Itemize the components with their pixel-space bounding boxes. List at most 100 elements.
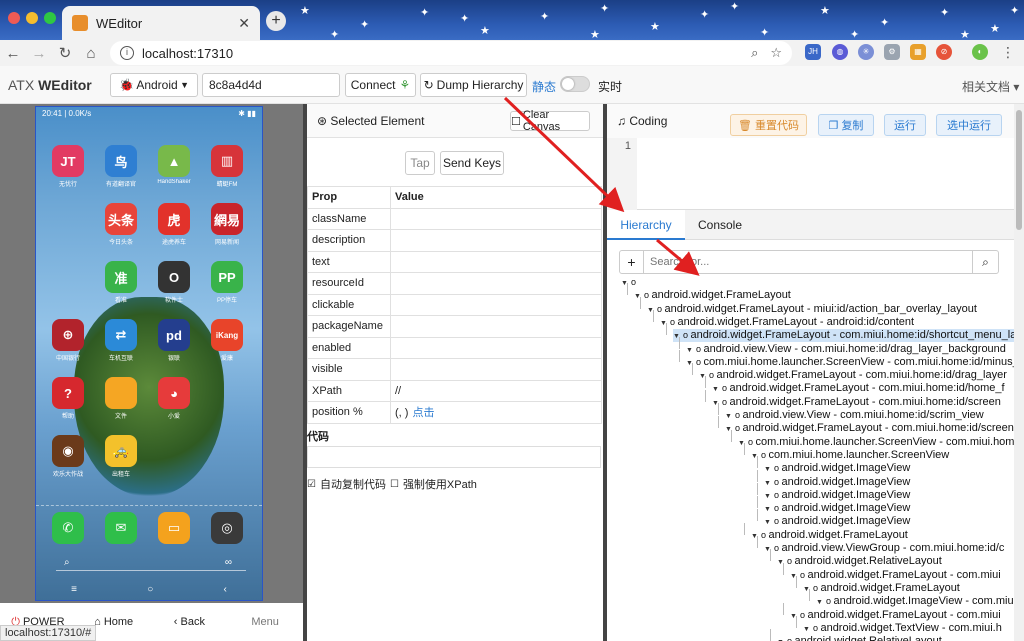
dump-hierarchy-button[interactable]: ↻ Dump Hierarchy (420, 73, 527, 97)
dock-app-icon[interactable]: ✆ (50, 512, 86, 560)
phone-app-icon[interactable]: iKang 爱康 (209, 319, 245, 367)
phone-app-icon[interactable]: ▥ 蜻蜓FM (209, 145, 245, 193)
tab-console[interactable]: Console (689, 210, 751, 240)
tree-toggle-icon[interactable]: ▼ (686, 347, 693, 354)
phone-app-icon[interactable]: 虎途虎养车 (156, 203, 192, 251)
tree-node[interactable]: ▼ o com.miui.home.launcher.ScreenView - c… (738, 436, 1021, 449)
page-scrollbar[interactable] (1014, 104, 1024, 641)
phone-search-bar[interactable]: ⌕ ∞ (56, 557, 246, 571)
force-xpath-checkbox[interactable]: ☐ (390, 479, 399, 490)
tree-toggle-icon[interactable]: ▼ (712, 386, 719, 393)
tab-hierarchy[interactable]: Hierarchy (607, 210, 685, 240)
phone-app-icon[interactable]: 鸟有道翻译官 (103, 145, 139, 193)
tree-node[interactable]: ▼ o android.widget.FrameLayout - miui:id/… (647, 303, 977, 316)
copy-code-button[interactable]: ❐ 复制 (818, 114, 874, 136)
tree-node[interactable]: ▼ o android.widget.ImageView (764, 502, 910, 515)
back-button[interactable]: ‹ Back (152, 616, 228, 628)
code-output-field[interactable] (307, 446, 601, 468)
run-selected-button[interactable]: 选中运行 (936, 114, 1002, 136)
tree-node[interactable]: ▼ o android.view.View - com.miui.home:id/… (686, 343, 1006, 356)
tree-node[interactable]: ▼ o android.widget.ImageView (764, 515, 910, 528)
tree-node[interactable]: ▼ o android.widget.ImageView (764, 476, 910, 489)
auto-copy-checkbox[interactable]: ☑ (307, 479, 316, 490)
dock-app-icon[interactable]: ✉ (103, 512, 139, 560)
tap-button[interactable]: Tap (405, 151, 435, 175)
maximize-window-button[interactable] (44, 12, 56, 24)
tree-node[interactable]: ▼ o android.view.ViewGroup - com.miui.hom… (764, 542, 1004, 555)
tree-node[interactable]: ▼ o (621, 276, 636, 289)
tree-node[interactable]: ▼ o android.widget.FrameLayout - com.miui (790, 569, 1001, 582)
url-field[interactable]: i localhost:17310 ⌕ ☆ (110, 41, 792, 65)
tree-node[interactable]: ▼ o android.widget.FrameLayout - com.miui… (673, 329, 1024, 343)
scrollbar-thumb[interactable] (1016, 110, 1022, 230)
extension-gear-icon[interactable]: ⚙ (884, 44, 900, 60)
tree-node[interactable]: ▼ o android.widget.ImageView (764, 489, 910, 502)
extension-block-icon[interactable]: ⊘ (936, 44, 952, 60)
extension-grid-icon[interactable]: ▦ (910, 44, 926, 60)
tree-toggle-icon[interactable]: ▼ (803, 626, 810, 633)
phone-app-icon[interactable]: 准看准 (103, 261, 139, 309)
dock-app-icon[interactable]: ◎ (209, 512, 245, 560)
send-keys-button[interactable]: Send Keys (440, 151, 504, 175)
phone-app-icon[interactable]: 🚕 出租车 (103, 435, 139, 483)
close-window-button[interactable] (8, 12, 20, 24)
back-arrow-icon[interactable]: ← (0, 45, 26, 62)
extension-react-icon[interactable]: ✳ (858, 44, 874, 60)
realtime-toggle[interactable] (560, 76, 590, 92)
code-editor[interactable]: 1 (607, 138, 1024, 210)
tree-node[interactable]: ▼o android.widget.RelativeLayout (777, 635, 942, 641)
home-soft-key-icon[interactable]: ○ (147, 584, 153, 595)
minimize-window-button[interactable] (26, 12, 38, 24)
platform-select[interactable]: 🐞 Android ▼ (110, 73, 198, 97)
tree-toggle-icon[interactable]: ▼ (764, 493, 771, 500)
tree-toggle-icon[interactable]: ▼ (764, 466, 771, 473)
tree-node[interactable]: ▼ o android.widget.FrameLayout (803, 582, 960, 595)
reset-code-button[interactable]: 🗑 重置代码 (730, 114, 807, 136)
expand-all-button[interactable]: + (620, 251, 644, 273)
extension-leaf-icon[interactable]: ◐ (972, 44, 988, 60)
tree-node[interactable]: ▼ o android.widget.ImageView - com.miui (816, 595, 1016, 608)
new-tab-button[interactable]: + (266, 11, 286, 31)
close-tab-icon[interactable]: ✕ (238, 15, 250, 32)
tree-node[interactable]: ▼ o android.widget.TextView - com.miui.h (803, 622, 1002, 635)
phone-app-icon[interactable]: PP PP停车 (209, 261, 245, 309)
menu-soft-key-icon[interactable]: ≡ (71, 584, 77, 595)
tree-toggle-icon[interactable]: ▼ (725, 413, 732, 420)
position-tap-link[interactable]: 点击 (412, 407, 434, 419)
phone-app-icon[interactable]: 網易 网易新闻 (209, 203, 245, 251)
tree-node[interactable]: ▼ o com.miui.home.launcher.ScreenView - c… (686, 356, 1024, 369)
tree-node[interactable]: ▼ o android.widget.FrameLayout - com.miui… (725, 422, 1014, 435)
extension-jh-icon[interactable]: JH (805, 44, 821, 60)
tree-toggle-icon[interactable]: ▼ (764, 519, 771, 526)
browser-menu-icon[interactable]: ⋮ (1000, 44, 1016, 60)
phone-app-icon[interactable]: ⇄ 车机互联 (103, 319, 139, 367)
tree-node[interactable]: ▼ o android.widget.FrameLayout - android:… (660, 316, 914, 329)
phone-app-icon[interactable]: JT 无忧行 (50, 145, 86, 193)
tree-node[interactable]: ▼ o android.view.View - com.miui.home:id/… (725, 409, 984, 422)
phone-app-icon[interactable]: 文件 (103, 377, 139, 425)
bookmark-star-icon[interactable]: ☆ (770, 45, 782, 61)
tree-node[interactable]: ▼o android.widget.RelativeLayout (777, 555, 942, 568)
reload-icon[interactable]: ↻ (52, 44, 78, 62)
extension-globe-icon[interactable]: ◍ (832, 44, 848, 60)
dock-app-icon[interactable]: ▭ (156, 512, 192, 560)
tree-node[interactable]: ▼ o com.miui.home.launcher.ScreenView (751, 449, 949, 462)
phone-app-icon[interactable]: ◉ 欢乐大作战 (50, 435, 86, 483)
back-soft-key-icon[interactable]: ‹ (224, 584, 227, 595)
home-icon[interactable]: ⌂ (78, 45, 104, 62)
tree-node[interactable]: ▼ o android.widget.FrameLayout (634, 289, 791, 302)
tree-toggle-icon[interactable]: ▼ (764, 480, 771, 487)
tree-node[interactable]: ▼ o android.widget.FrameLayout (751, 529, 908, 542)
phone-app-icon[interactable]: ⊕ 中国银行 (50, 319, 86, 367)
phone-app-icon[interactable]: ◕ 小爱 (156, 377, 192, 425)
device-id-input[interactable]: 8c8a4d4d (202, 73, 340, 97)
connect-button[interactable]: Connect ⚘ (345, 73, 416, 97)
run-button[interactable]: 运行 (884, 114, 926, 136)
tree-toggle-icon[interactable]: ▼ (816, 599, 823, 606)
forward-arrow-icon[interactable]: → (26, 45, 52, 62)
phone-app-icon[interactable]: pd 银联 (156, 319, 192, 367)
docs-menu[interactable]: 相关文档 ▾ (962, 78, 1019, 95)
phone-app-icon[interactable]: 头条 今日头条 (103, 203, 139, 251)
zoom-icon[interactable]: ⌕ (751, 45, 758, 61)
info-icon[interactable]: i (120, 46, 134, 60)
